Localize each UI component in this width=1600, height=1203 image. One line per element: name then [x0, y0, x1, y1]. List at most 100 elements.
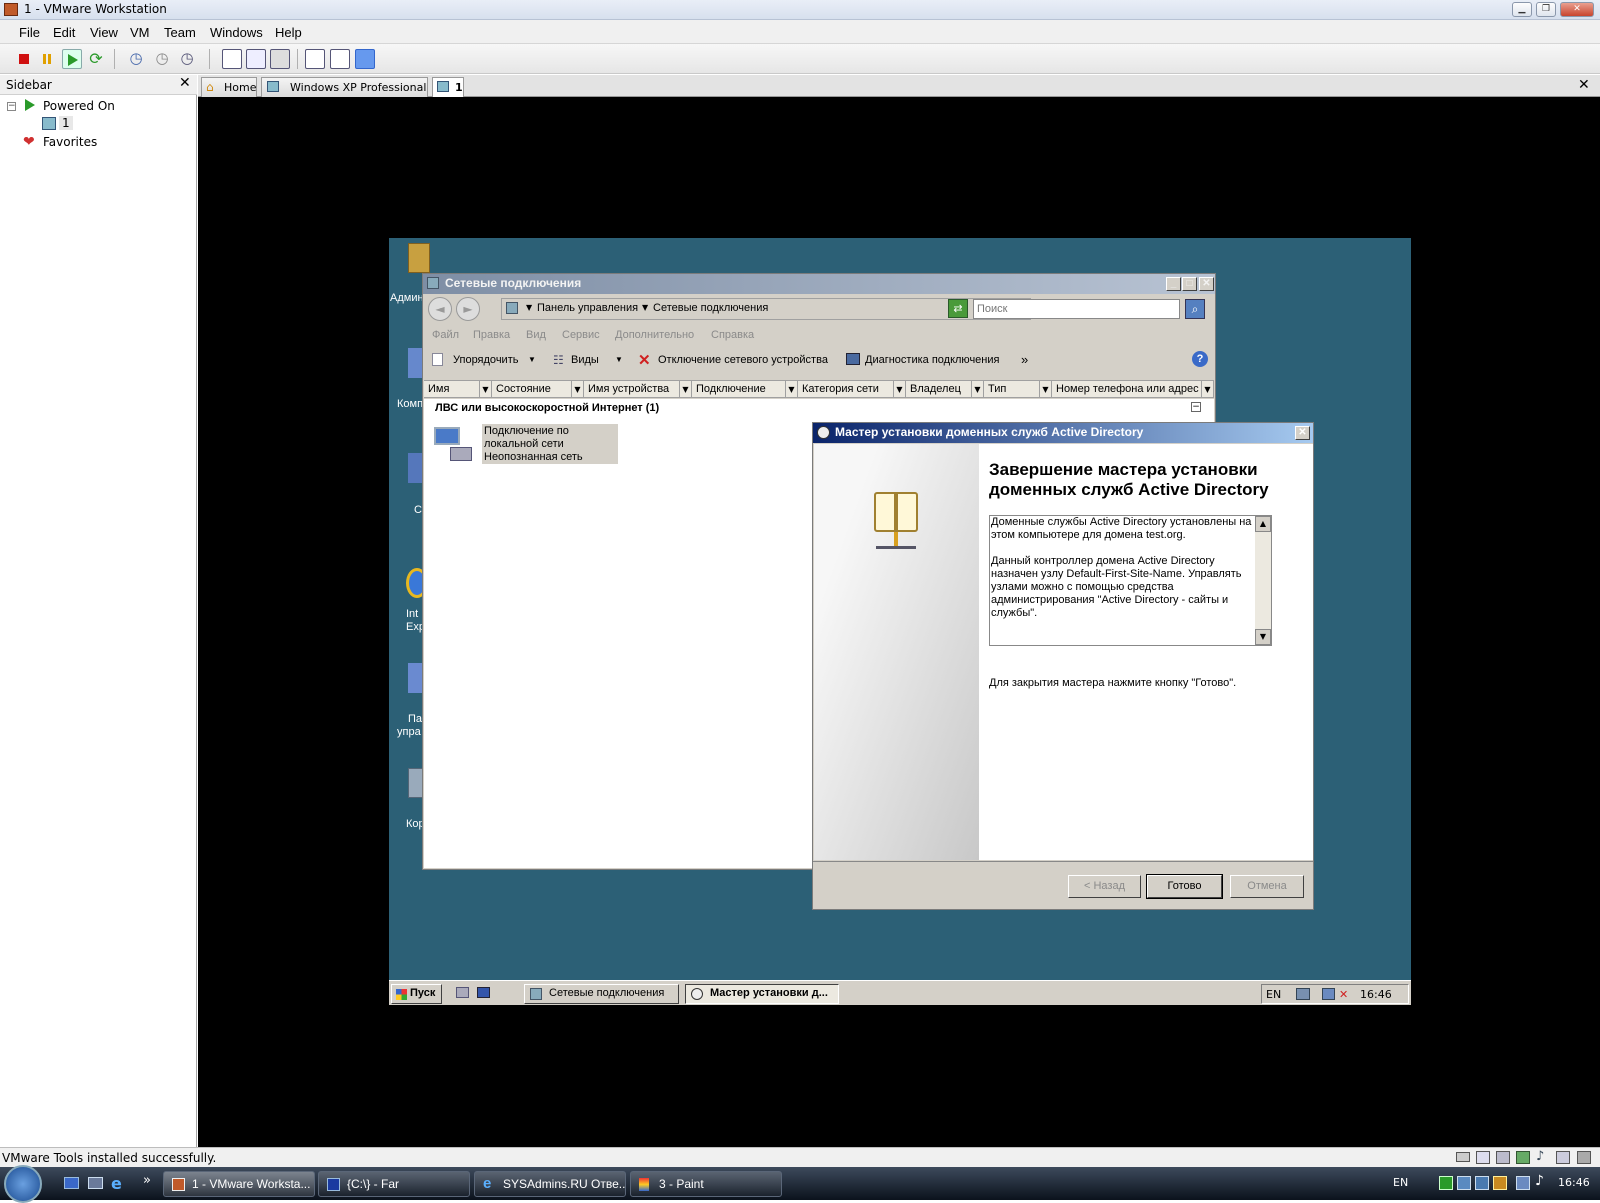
col-device[interactable]: Имя устройства	[584, 381, 680, 398]
cancel-button[interactable]: Отмена	[1230, 875, 1304, 898]
wizard-close-button[interactable]: ✕	[1295, 426, 1310, 440]
breadcrumb-arrow-icon[interactable]: ▼	[642, 303, 648, 312]
tray-monitor-icon[interactable]	[1516, 1176, 1530, 1190]
tray-volume-icon[interactable]: ♪	[1535, 1173, 1544, 1189]
menu-file[interactable]: File	[19, 25, 40, 40]
usb-icon[interactable]	[1556, 1151, 1570, 1164]
col-dropdown-icon[interactable]: ▼	[894, 381, 906, 398]
fullscreen-icon[interactable]	[246, 49, 266, 69]
menu-team[interactable]: Team	[164, 25, 196, 40]
breadcrumb-network[interactable]: Сетевые подключения	[653, 302, 768, 314]
col-dropdown-icon[interactable]: ▼	[572, 381, 584, 398]
menu-edit[interactable]: Edit	[53, 25, 75, 40]
sidebar-item-powered-on[interactable]: Powered On	[43, 99, 115, 113]
server-manager-icon[interactable]	[456, 987, 469, 998]
more-commands-button[interactable]: »	[1021, 352, 1028, 367]
floppy-icon[interactable]	[1496, 1151, 1510, 1164]
cdrom-icon[interactable]	[1476, 1151, 1490, 1164]
switch-windows-icon[interactable]	[88, 1177, 103, 1189]
nw-maximize-button[interactable]: □	[1182, 277, 1197, 291]
network-adapter-status-icon[interactable]	[1516, 1151, 1530, 1164]
host-lang-indicator[interactable]: EN	[1393, 1176, 1408, 1189]
snapshot-manager-icon[interactable]: ◷	[177, 49, 197, 69]
col-dropdown-icon[interactable]: ▼	[480, 381, 492, 398]
scroll-up-icon[interactable]: ▲	[1255, 516, 1271, 532]
power-off-icon[interactable]	[14, 49, 34, 69]
nw-menu-help[interactable]: Справка	[711, 329, 754, 341]
nw-close-button[interactable]: ✕	[1199, 277, 1214, 291]
guest-lang-indicator[interactable]: EN	[1266, 988, 1281, 1001]
disable-device-button[interactable]: Отключение сетевого устройства	[658, 354, 828, 366]
views-button[interactable]: Виды	[571, 354, 599, 366]
admin-folder-icon[interactable]	[408, 243, 430, 273]
console-view-icon[interactable]	[355, 49, 375, 69]
close-tab-icon[interactable]: ✕	[1578, 77, 1590, 93]
tray-app-icon[interactable]	[1439, 1176, 1453, 1190]
tray-network-icon[interactable]	[1296, 988, 1310, 1000]
col-connection[interactable]: Подключение	[692, 381, 786, 398]
col-category[interactable]: Категория сети	[798, 381, 894, 398]
col-dropdown-icon[interactable]: ▼	[972, 381, 984, 398]
diagnose-button[interactable]: Диагностика подключения	[865, 354, 999, 366]
organize-button[interactable]: Упорядочить	[453, 354, 518, 366]
wizard-summary-textbox[interactable]: Доменные службы Active Directory установ…	[989, 515, 1272, 646]
nw-menu-tools[interactable]: Сервис	[562, 329, 600, 341]
breadcrumb-control-panel[interactable]: Панель управления	[537, 302, 638, 314]
show-desktop-host-icon[interactable]	[64, 1177, 79, 1189]
sidebar-item-favorites[interactable]: Favorites	[43, 135, 97, 149]
tray-network-icon[interactable]	[1457, 1176, 1471, 1190]
tab-vm-1[interactable]: 1	[432, 77, 464, 97]
host-task-vmware[interactable]: 1 - VMware Worksta...	[163, 1171, 315, 1197]
minimize-button[interactable]: ▁	[1512, 2, 1532, 17]
tab-windows-xp[interactable]: Windows XP Professional	[261, 77, 428, 97]
scrollbar[interactable]: ▲ ▼	[1255, 516, 1271, 645]
breadcrumb-arrow-icon[interactable]: ▼	[526, 303, 532, 312]
guest-task-wizard[interactable]: Мастер установки д...	[685, 984, 839, 1004]
guest-start-button[interactable]: Пуск	[391, 984, 442, 1004]
nw-menu-edit[interactable]: Правка	[473, 329, 510, 341]
menu-view[interactable]: View	[90, 25, 118, 40]
col-dropdown-icon[interactable]: ▼	[1040, 381, 1052, 398]
sidebar-close-icon[interactable]: ✕	[179, 75, 191, 91]
sidebar-item-vm[interactable]: 1	[59, 116, 73, 130]
lan-connection-item[interactable]: Подключение по локальной сети Неопознанн…	[482, 424, 618, 464]
tray-volume-muted-icon[interactable]: ✕	[1339, 988, 1348, 1001]
start-orb[interactable]	[4, 1165, 42, 1203]
host-task-browser[interactable]: e SYSAdmins.RU Отве...	[474, 1171, 626, 1197]
menu-vm[interactable]: VM	[130, 25, 150, 40]
col-dropdown-icon[interactable]: ▼	[786, 381, 798, 398]
col-dropdown-icon[interactable]: ▼	[1202, 381, 1214, 398]
reset-icon[interactable]: ⟳	[86, 49, 106, 69]
group-header[interactable]: ЛВС или высокоскоростной Интернет (1)	[435, 402, 659, 414]
quicklaunch-more[interactable]: »	[143, 1173, 151, 1188]
collapse-icon[interactable]: −	[7, 102, 16, 111]
host-task-paint[interactable]: 3 - Paint	[630, 1171, 782, 1197]
col-phone[interactable]: Номер телефона или адрес узла	[1052, 381, 1202, 398]
ie-quicklaunch-icon[interactable]: e	[111, 1174, 122, 1193]
help-icon[interactable]: ?	[1192, 351, 1208, 367]
col-status[interactable]: Состояние	[492, 381, 572, 398]
message-log-icon[interactable]	[1577, 1151, 1591, 1164]
nw-menu-file[interactable]: Файл	[432, 329, 459, 341]
back-button[interactable]: < Назад	[1068, 875, 1141, 898]
revert-snapshot-icon[interactable]: ◷	[152, 49, 172, 69]
close-button[interactable]: ✕	[1560, 2, 1594, 17]
col-dropdown-icon[interactable]: ▼	[680, 381, 692, 398]
col-type[interactable]: Тип	[984, 381, 1040, 398]
host-task-far[interactable]: {C:\} - Far	[318, 1171, 470, 1197]
tab-home[interactable]: ⌂ Home	[201, 77, 257, 97]
tray-vmware-icon[interactable]	[1475, 1176, 1489, 1190]
suspend-icon[interactable]	[38, 49, 58, 69]
collapse-group-icon[interactable]: −	[1191, 402, 1201, 412]
hdd-icon[interactable]	[1456, 1152, 1470, 1162]
col-owner[interactable]: Владелец	[906, 381, 972, 398]
sound-icon[interactable]: ♪	[1536, 1149, 1544, 1164]
show-desktop-icon[interactable]	[477, 987, 490, 998]
power-on-icon[interactable]	[62, 49, 82, 69]
nw-menu-advanced[interactable]: Дополнительно	[615, 329, 694, 341]
quick-switch-icon[interactable]	[270, 49, 290, 69]
search-input[interactable]	[973, 299, 1180, 319]
snapshot-icon[interactable]: ◷	[126, 49, 146, 69]
scroll-down-icon[interactable]: ▼	[1255, 629, 1271, 645]
tray-update-icon[interactable]	[1493, 1176, 1507, 1190]
